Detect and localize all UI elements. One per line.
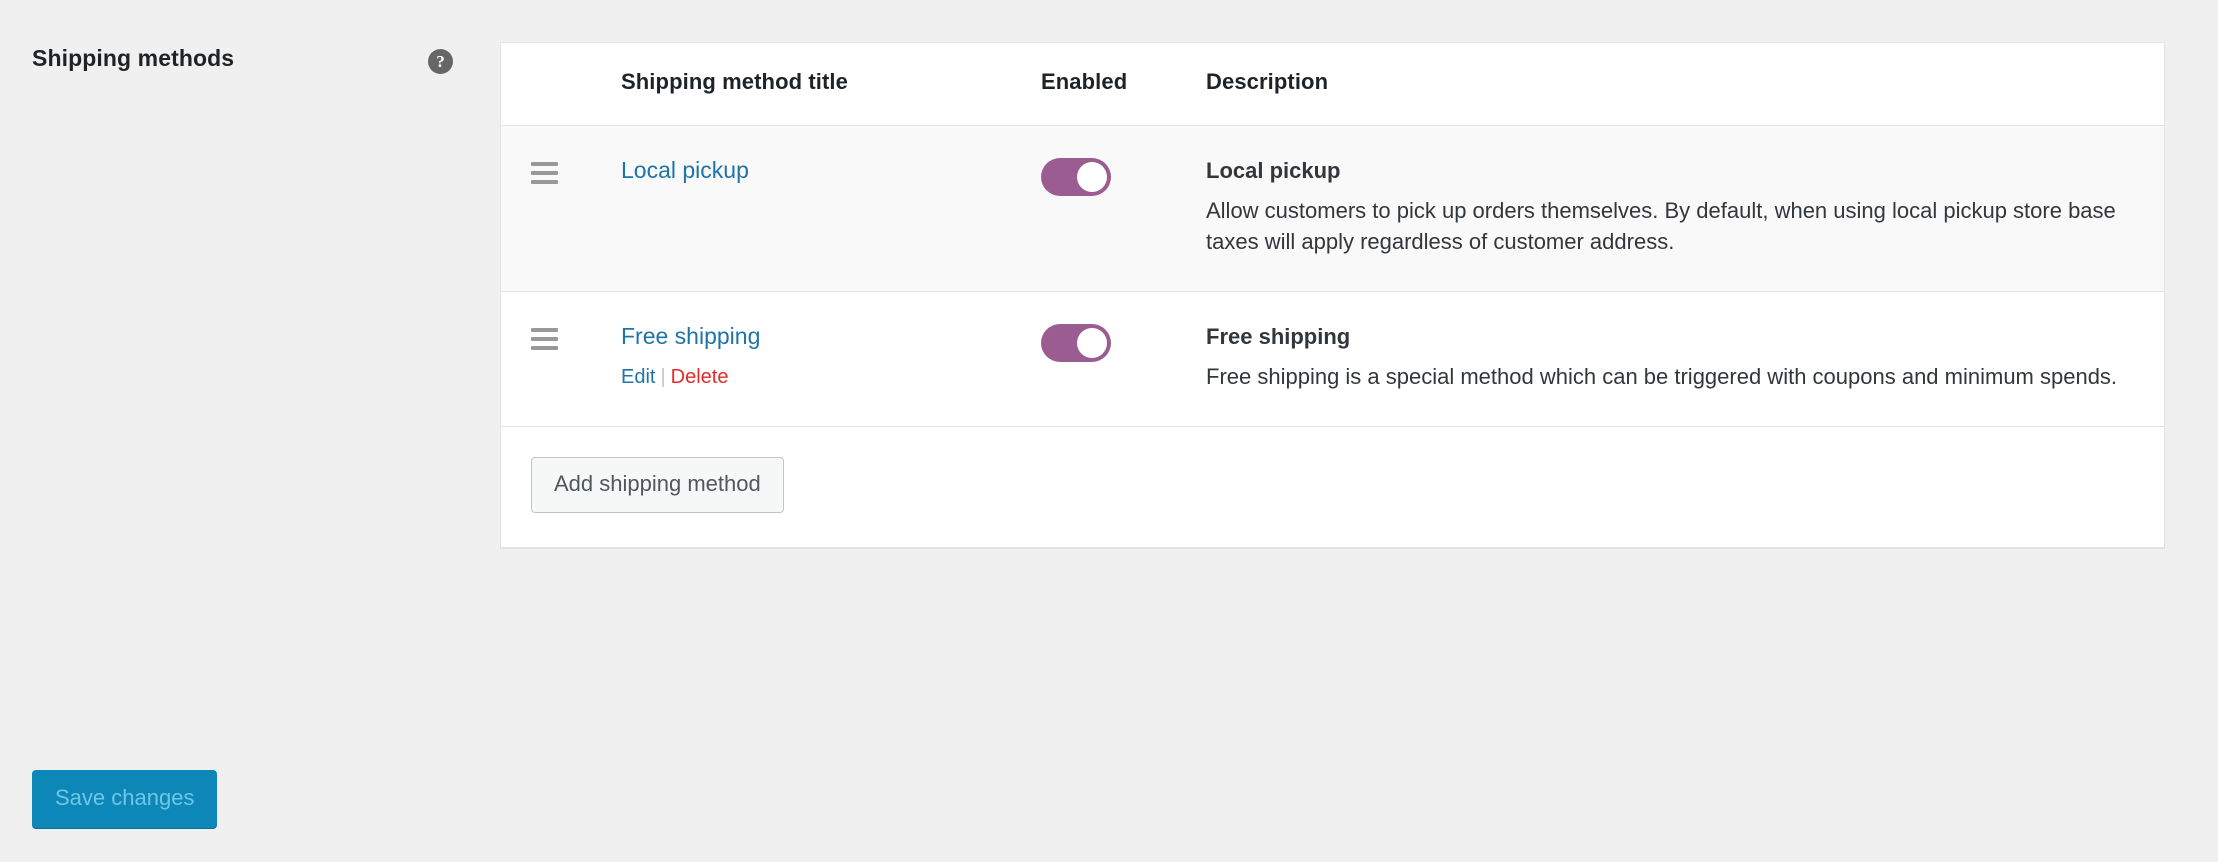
enabled-toggle-local-pickup[interactable] <box>1041 158 1111 196</box>
drag-handle-bar <box>531 346 558 351</box>
table-row: Local pickup Local pickup Allow customer… <box>501 125 2164 293</box>
edit-link[interactable]: Edit <box>621 366 655 388</box>
drag-handle-bar <box>531 162 558 166</box>
table-header: Shipping method title Enabled Descriptio… <box>501 43 2164 126</box>
help-question-circle-icon[interactable]: ? <box>428 49 453 74</box>
row-enabled-cell <box>1041 291 1206 428</box>
description-body: Free shipping is a special method which … <box>1206 363 2118 389</box>
field-label-column: Shipping methods ? <box>0 42 470 74</box>
drag-handle-bar <box>531 171 558 175</box>
description-title: Free shipping <box>1206 324 1351 350</box>
table-row: Free shipping Edit | Delete Free shipping … <box>501 291 2164 428</box>
description-body: Allow customers to pick up orders themse… <box>1206 197 2116 254</box>
shipping-methods-table: Shipping method title Enabled Descriptio… <box>501 43 2164 549</box>
shipping-methods-settings-screen: Shipping methods ? Shipping method title… <box>0 0 2218 862</box>
shipping-methods-panel: Shipping method title Enabled Descriptio… <box>500 42 2165 550</box>
save-actions: Save changes <box>32 770 218 828</box>
drag-handle-bar <box>531 328 558 333</box>
table-body: Local pickup Local pickup Allow customer… <box>501 125 2164 549</box>
drag-handle-bar <box>531 180 558 184</box>
table-footer-cell: Add shipping method <box>501 426 2164 549</box>
row-sort-cell <box>501 291 621 428</box>
toggle-knob <box>1077 162 1107 192</box>
drag-handle-icon[interactable] <box>531 162 558 184</box>
drag-handle-icon[interactable] <box>531 328 558 351</box>
row-actions: Edit | Delete <box>621 364 1041 390</box>
add-shipping-method-button[interactable]: Add shipping method <box>531 457 784 514</box>
help-icon-glyph: ? <box>436 52 445 71</box>
description-title: Local pickup <box>1206 158 1341 183</box>
delete-link[interactable]: Delete <box>671 366 729 388</box>
column-header-title: Shipping method title <box>621 43 1041 126</box>
column-header-sort <box>501 43 621 126</box>
column-header-enabled: Enabled <box>1041 43 1206 126</box>
column-header-description: Description <box>1206 43 2164 126</box>
toggle-knob <box>1077 328 1107 359</box>
shipping-method-link-local-pickup[interactable]: Local pickup <box>621 156 749 185</box>
table-header-row: Shipping method title Enabled Descriptio… <box>501 43 2164 126</box>
row-description-cell: Free shipping Free shipping is a special… <box>1206 291 2164 428</box>
shipping-method-link-free-shipping[interactable]: Free shipping <box>621 322 760 351</box>
save-changes-button[interactable]: Save changes <box>32 770 218 828</box>
row-enabled-cell <box>1041 125 1206 293</box>
drag-handle-bar <box>531 337 558 342</box>
enabled-toggle-free-shipping[interactable] <box>1041 324 1111 363</box>
table-footer-row: Add shipping method <box>501 426 2164 549</box>
row-actions-separator: | <box>660 365 666 388</box>
row-title-cell: Local pickup <box>621 125 1041 293</box>
page-title: Shipping methods <box>32 45 235 71</box>
row-sort-cell <box>501 125 621 293</box>
row-title-cell: Free shipping Edit | Delete <box>621 291 1041 428</box>
row-description-cell: Local pickup Allow customers to pick up … <box>1206 125 2164 293</box>
